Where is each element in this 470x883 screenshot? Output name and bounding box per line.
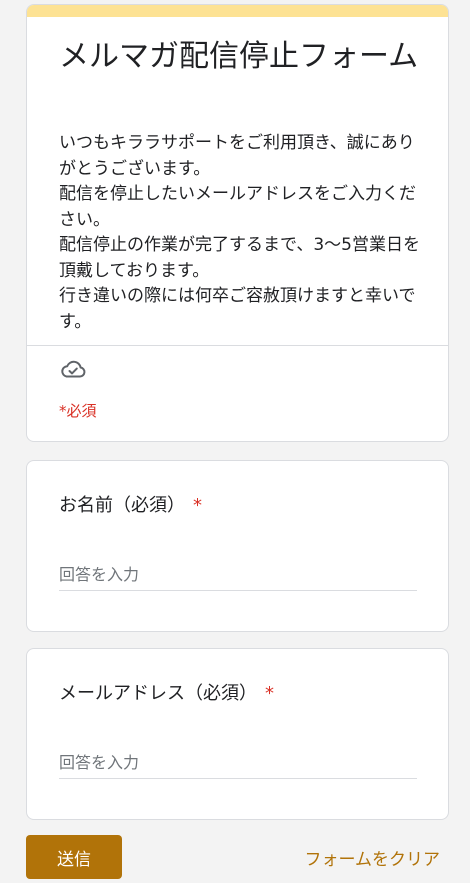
header-divider [27,345,448,346]
form-description: いつもキララサポートをご利用頂き、誠にありがとうございます。 配信を停止したいメ… [59,133,420,332]
submit-button[interactable]: 送信 [26,835,122,879]
question-card-name: お名前（必須） * [26,460,449,632]
clear-form-button[interactable]: フォームをクリア [305,845,441,870]
question-card-email: メールアドレス（必須） * [26,648,449,820]
required-asterisk: * [265,683,274,704]
header-color-band [27,5,448,17]
question-label: お名前（必須） [59,495,185,516]
form-title: メルマガ配信停止フォーム [59,39,419,74]
required-note: *必須 [59,402,97,420]
email-input[interactable] [59,747,417,779]
question-title: メールアドレス（必須） * [59,681,274,707]
form-header-card: メルマガ配信停止フォーム いつもキララサポートをご利用頂き、誠にありがとうござい… [26,4,449,442]
question-label: メールアドレス（必須） [59,683,257,704]
question-title: お名前（必須） * [59,493,202,519]
required-asterisk: * [193,495,202,516]
name-input[interactable] [59,559,417,591]
cloud-check-icon [59,357,87,381]
